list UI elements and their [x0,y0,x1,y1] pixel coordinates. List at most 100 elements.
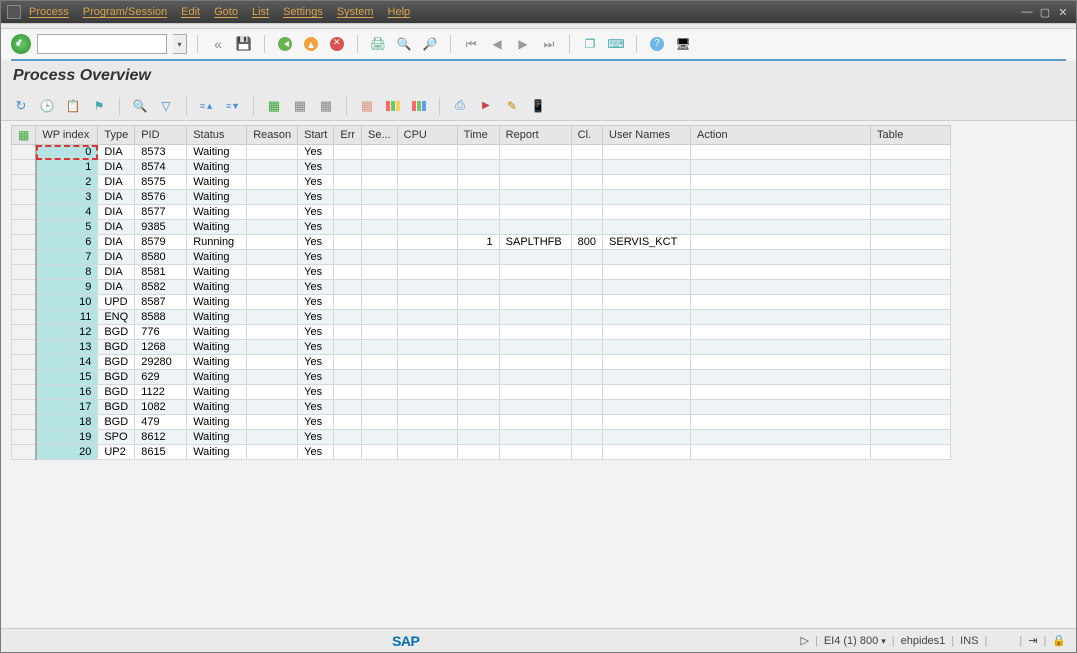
cell-idx[interactable]: 18 [36,415,98,430]
cell-status[interactable]: Waiting [187,250,247,265]
cell-cl[interactable] [571,445,602,460]
cell-report[interactable] [499,190,571,205]
cell-cpu[interactable] [397,280,457,295]
cell-report[interactable] [499,400,571,415]
table-row[interactable]: 10UPD8587WaitingYes [12,295,951,310]
cell-status[interactable]: Waiting [187,220,247,235]
cell-reason[interactable] [247,145,298,160]
cell-idx[interactable]: 14 [36,355,98,370]
cell-reason[interactable] [247,175,298,190]
cell-action[interactable] [691,205,871,220]
cell-user[interactable] [603,385,691,400]
calc-icon[interactable] [528,96,548,116]
cell-start[interactable]: Yes [298,190,334,205]
cell-pid[interactable]: 776 [135,325,187,340]
cell-time[interactable] [457,310,499,325]
cell-report[interactable] [499,160,571,175]
cell-user[interactable] [603,310,691,325]
cell-start[interactable]: Yes [298,445,334,460]
cell-err[interactable] [334,385,362,400]
cell-table[interactable] [871,235,951,250]
cell-reason[interactable] [247,400,298,415]
cell-sem[interactable] [362,280,398,295]
cell-user[interactable]: SERVIS_KCT [603,235,691,250]
cell-table[interactable] [871,355,951,370]
find-next-icon[interactable] [420,34,440,54]
cell-err[interactable] [334,325,362,340]
cell-type[interactable]: SPO [98,430,135,445]
cell-user[interactable] [603,295,691,310]
help-icon[interactable] [650,37,664,51]
cell-cpu[interactable] [397,310,457,325]
cell-action[interactable] [691,235,871,250]
cell-pid[interactable]: 8579 [135,235,187,250]
cell-type[interactable]: DIA [98,175,135,190]
cell-start[interactable]: Yes [298,325,334,340]
cell-time[interactable] [457,400,499,415]
cell-table[interactable] [871,145,951,160]
cell-report[interactable] [499,340,571,355]
col-header[interactable]: CPU [397,126,457,145]
cell-cl[interactable]: 800 [571,235,602,250]
cell-status[interactable]: Waiting [187,340,247,355]
enter-icon[interactable] [11,34,31,54]
col-header[interactable]: Table [871,126,951,145]
cell-user[interactable] [603,415,691,430]
cell-cpu[interactable] [397,220,457,235]
cell-action[interactable] [691,340,871,355]
cell-cpu[interactable] [397,430,457,445]
cell-user[interactable] [603,175,691,190]
cell-table[interactable] [871,340,951,355]
find-icon[interactable] [394,34,414,54]
cell-time[interactable] [457,250,499,265]
cell-user[interactable] [603,250,691,265]
cell-cl[interactable] [571,340,602,355]
cell-user[interactable] [603,280,691,295]
cell-report[interactable] [499,265,571,280]
col-header[interactable]: User Names [603,126,691,145]
cell-user[interactable] [603,160,691,175]
cell-idx[interactable]: 10 [36,295,98,310]
cell-status[interactable]: Waiting [187,385,247,400]
cell-idx[interactable]: 4 [36,205,98,220]
last-page-icon[interactable] [539,34,559,54]
cell-idx[interactable]: 15 [36,370,98,385]
cell-cl[interactable] [571,250,602,265]
cell-cpu[interactable] [397,385,457,400]
cell-idx[interactable]: 2 [36,175,98,190]
cell-table[interactable] [871,430,951,445]
cell-time[interactable] [457,355,499,370]
print-icon[interactable] [368,34,388,54]
row-marker[interactable] [12,355,36,370]
cell-start[interactable]: Yes [298,430,334,445]
status-arrow[interactable]: ▷ [801,634,809,647]
row-marker[interactable] [12,145,36,160]
col-header[interactable]: PID [135,126,187,145]
cell-table[interactable] [871,220,951,235]
cancel-icon[interactable] [330,37,344,51]
cell-time[interactable] [457,145,499,160]
row-marker[interactable] [12,325,36,340]
maximize-button[interactable]: ▢ [1038,5,1052,19]
cell-status[interactable]: Waiting [187,445,247,460]
cell-status[interactable]: Waiting [187,265,247,280]
prev-page-icon[interactable] [487,34,507,54]
cell-status[interactable]: Waiting [187,145,247,160]
menu-process[interactable]: Process [29,6,69,18]
cell-action[interactable] [691,370,871,385]
col-header[interactable]: Time [457,126,499,145]
cell-cl[interactable] [571,220,602,235]
row-marker[interactable] [12,385,36,400]
cell-time[interactable] [457,445,499,460]
col-header[interactable]: Report [499,126,571,145]
cell-type[interactable]: BGD [98,370,135,385]
table-row[interactable]: 12BGD776WaitingYes [12,325,951,340]
cell-table[interactable] [871,280,951,295]
cell-time[interactable] [457,190,499,205]
save-icon[interactable] [234,34,254,54]
cell-reason[interactable] [247,445,298,460]
table-row[interactable]: 3DIA8576WaitingYes [12,190,951,205]
edit-icon[interactable] [502,96,522,116]
cell-user[interactable] [603,220,691,235]
cell-table[interactable] [871,190,951,205]
